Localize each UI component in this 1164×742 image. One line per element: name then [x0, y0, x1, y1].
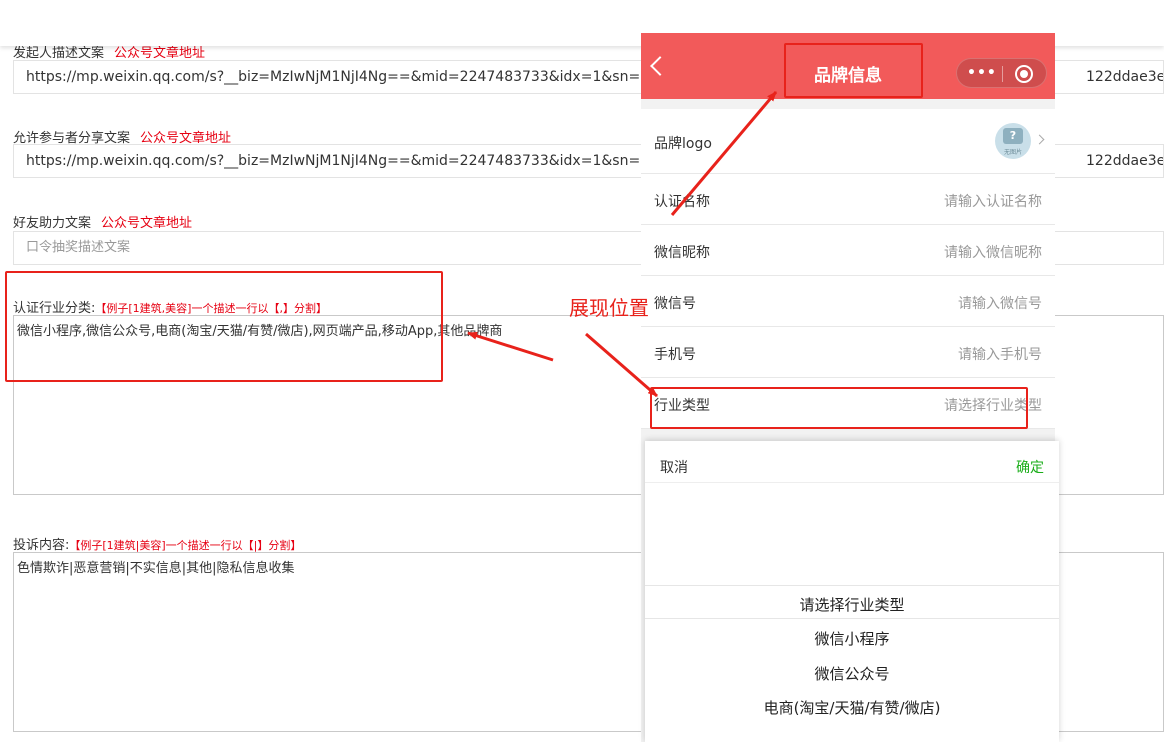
- picker-option[interactable]: 微信公众号: [645, 663, 1059, 684]
- row-phone[interactable]: 手机号 请输入手机号: [641, 327, 1055, 378]
- complaint-hint: 【例子[1建筑|美容]一个描述一行以【|】分割】: [69, 539, 302, 552]
- avatar-caption: 无图片: [1003, 149, 1022, 156]
- picker-cancel-button[interactable]: 取消: [660, 457, 688, 477]
- picker-selection-line-bottom: [645, 618, 1059, 619]
- row-placeholder[interactable]: 请输入微信昵称: [944, 242, 1042, 262]
- row-placeholder[interactable]: 请输入认证名称: [944, 191, 1042, 211]
- friend-label-text: 好友助力文案: [13, 216, 92, 231]
- industry-label: 认证行业分类:【例子[1建筑,美容]一个描述一行以【,】分割】: [13, 297, 327, 316]
- brand-info-form: 品牌logo ? 无图片 认证名称 请输入认证名称 微信昵称 请输入微信昵称 微…: [641, 109, 1055, 429]
- row-auth-name[interactable]: 认证名称 请输入认证名称: [641, 174, 1055, 225]
- industry-label-text: 认证行业分类:: [13, 301, 96, 316]
- picker-option[interactable]: 电商(淘宝/天猫/有赞/微店): [645, 697, 1059, 718]
- initiator-url-value: https://mp.weixin.qq.com/s?__biz=MzIwNjM…: [26, 69, 657, 85]
- initiator-hint: 公众号文章地址: [114, 46, 206, 61]
- row-placeholder[interactable]: 请输入手机号: [958, 344, 1042, 364]
- row-wechat-id[interactable]: 微信号 请输入微信号: [641, 276, 1055, 327]
- question-mark-icon: ?: [1003, 128, 1023, 144]
- initiator-label-text: 发起人描述文案: [13, 46, 105, 61]
- row-label: 微信号: [654, 296, 696, 312]
- complaint-label: 投诉内容:【例子[1建筑|美容]一个描述一行以【|】分割】: [13, 534, 301, 553]
- close-target-icon[interactable]: [1015, 65, 1033, 83]
- participant-url-tail: 122ddae3e5bd0c: [1086, 153, 1163, 169]
- participant-url-value: https://mp.weixin.qq.com/s?__biz=MzIwNjM…: [26, 153, 657, 169]
- phone-nav-bar: 品牌信息 •••: [641, 33, 1055, 99]
- capsule-divider: [1002, 66, 1003, 82]
- picker-selection-line-top: [645, 585, 1059, 586]
- picker-option[interactable]: 请选择行业类型: [645, 594, 1059, 615]
- row-label: 微信昵称: [654, 245, 710, 261]
- more-dots-icon[interactable]: •••: [967, 65, 996, 81]
- picker-confirm-button[interactable]: 确定: [1016, 457, 1044, 477]
- row-label: 品牌logo: [654, 136, 712, 152]
- industry-picker: 取消 确定 请选择行业类型 微信小程序 微信公众号 电商(淘宝/天猫/有赞/微店…: [645, 441, 1059, 742]
- row-placeholder[interactable]: 请选择行业类型: [944, 395, 1042, 415]
- logo-placeholder-icon[interactable]: ? 无图片: [995, 123, 1031, 159]
- row-wechat-nickname[interactable]: 微信昵称 请输入微信昵称: [641, 225, 1055, 276]
- friend-label: 好友助力文案 公众号文章地址: [13, 212, 192, 231]
- row-label: 手机号: [654, 347, 696, 363]
- picker-option[interactable]: 微信小程序: [645, 628, 1059, 649]
- initiator-url-tail: 122ddae3e5bd0c: [1086, 69, 1163, 85]
- row-label: 认证名称: [654, 194, 710, 210]
- picker-header-divider: [645, 482, 1059, 483]
- friend-hint: 公众号文章地址: [101, 216, 193, 231]
- complaint-label-text: 投诉内容:: [13, 538, 70, 553]
- chevron-right-icon: [1034, 134, 1045, 145]
- mini-program-capsule: •••: [956, 58, 1047, 88]
- row-industry-type[interactable]: 行业类型 请选择行业类型: [641, 378, 1055, 429]
- row-placeholder[interactable]: 请输入微信号: [958, 293, 1042, 313]
- row-brand-logo[interactable]: 品牌logo ? 无图片: [641, 109, 1055, 174]
- row-label: 行业类型: [654, 398, 710, 414]
- industry-hint: 【例子[1建筑,美容]一个描述一行以【,】分割】: [95, 302, 327, 315]
- annotation-label: 展现位置: [569, 296, 649, 320]
